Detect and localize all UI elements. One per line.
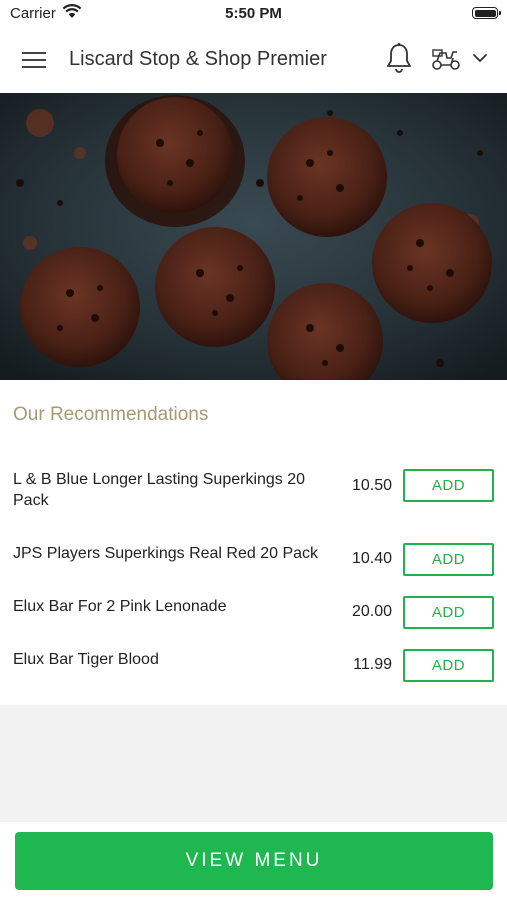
item-name: Elux Bar Tiger Blood — [13, 651, 159, 668]
app-header: Liscard Stop & Shop Premier — [0, 28, 507, 93]
menu-icon[interactable] — [22, 48, 48, 72]
item-price: 20.00 — [351, 603, 392, 620]
bell-icon[interactable] — [385, 42, 413, 74]
recommendations-title: Our Recommendations — [13, 404, 209, 425]
recommendations-section: Our Recommendations L & B Blue Longer La… — [0, 380, 507, 705]
add-button[interactable]: ADD — [403, 543, 494, 576]
item-name: L & B Blue Longer Lasting Superkings 20 … — [13, 471, 306, 509]
battery-icon — [472, 7, 501, 19]
item-name: JPS Players Superkings Real Red 20 Pack — [13, 545, 319, 562]
chevron-down-icon[interactable] — [472, 52, 488, 64]
add-button[interactable]: ADD — [403, 596, 494, 629]
item-name: Elux Bar For 2 Pink Lenonade — [13, 598, 227, 615]
store-title: Liscard Stop & Shop Premier — [69, 48, 327, 70]
scooter-icon[interactable] — [431, 45, 461, 73]
hero-image — [0, 93, 507, 380]
item-price: 11.99 — [353, 656, 392, 673]
add-button[interactable]: ADD — [403, 469, 494, 502]
clock: 5:50 PM — [225, 5, 282, 22]
view-menu-button[interactable]: VIEW MENU — [15, 832, 493, 890]
status-bar: Carrier 5:50 PM — [0, 0, 507, 28]
item-price: 10.50 — [351, 477, 392, 494]
add-button[interactable]: ADD — [403, 649, 494, 682]
item-price: 10.40 — [351, 550, 392, 567]
bottom-bar: VIEW MENU — [0, 822, 507, 900]
